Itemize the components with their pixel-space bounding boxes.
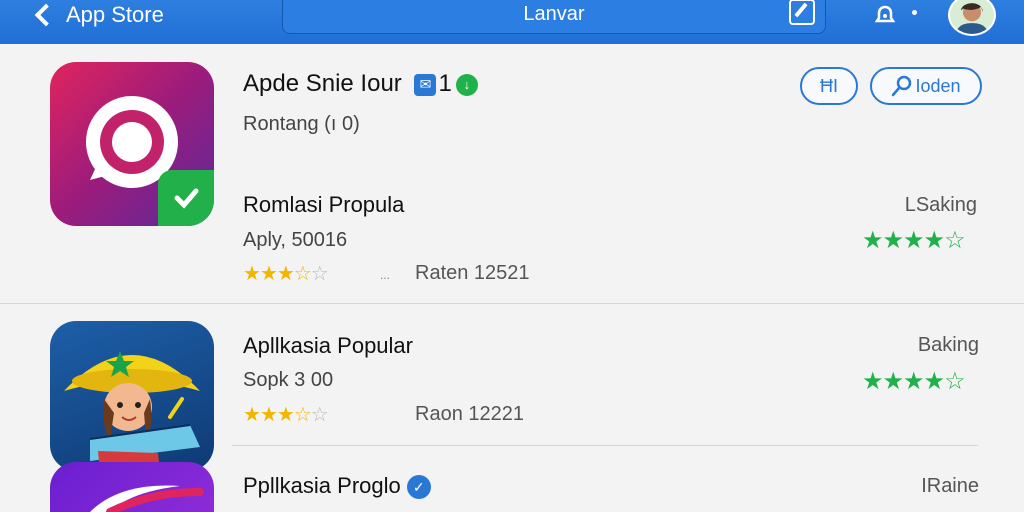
star-icon: ★ <box>903 227 924 254</box>
star-empty-icon: ☆ <box>944 368 965 395</box>
search-icon <box>892 75 912 97</box>
more-icon[interactable] <box>912 10 917 15</box>
star-icon: ★ <box>903 368 924 395</box>
rating-count: Raten 12521 <box>415 262 530 284</box>
category-label: IRaine <box>921 475 979 497</box>
small-action-label: ĦI <box>820 75 838 96</box>
search-field[interactable]: Lanvar <box>282 0 826 34</box>
app-title[interactable]: Apllkasia Popular <box>243 333 413 359</box>
chevron-left-icon <box>34 3 58 27</box>
green-rating-stars: ★ ★ ★ ★ ☆ <box>862 226 966 255</box>
category-label: LSaking <box>904 194 977 216</box>
back-label: App Store <box>66 2 164 27</box>
verified-icon: ✓ <box>406 475 431 500</box>
notification-icon[interactable] <box>873 4 897 28</box>
app-title[interactable]: Romlasi Propula <box>243 192 404 218</box>
star-empty-icon: ☆ <box>310 404 329 426</box>
category-label: Baking <box>917 334 979 356</box>
star-icon: ★ <box>259 263 278 285</box>
gold-rating-stars: ★ ★ ★ ☆ ☆ <box>243 402 329 427</box>
back-button[interactable]: App Store <box>30 0 164 30</box>
star-icon: ★ <box>276 263 295 285</box>
app-title-text: Ppllkasia Proglo <box>243 473 401 498</box>
top-bar: App Store Lanvar <box>0 0 1024 44</box>
separator-dots: ... <box>380 268 391 282</box>
row-divider <box>232 445 978 446</box>
green-rating-stars: ★ ★ ★ ★ ☆ <box>862 367 966 396</box>
featured-subtitle: Rontang (ı 0) <box>243 113 360 135</box>
featured-count: 1 <box>438 70 452 97</box>
star-half-icon: ☆ <box>293 263 312 285</box>
star-half-icon: ☆ <box>293 404 312 426</box>
rating-count: Raon 12221 <box>415 403 524 425</box>
star-icon: ★ <box>243 404 261 426</box>
star-icon: ★ <box>882 227 904 254</box>
star-empty-icon: ☆ <box>310 263 329 285</box>
search-text: Lanvar <box>523 3 585 25</box>
gold-rating-stars: ★ ★ ★ ☆ ☆ <box>243 261 329 286</box>
open-button[interactable]: Ioden <box>870 67 982 105</box>
avatar[interactable] <box>948 0 996 36</box>
star-icon: ★ <box>276 404 295 426</box>
download-icon: ↓ <box>455 73 478 96</box>
app-title[interactable]: Ppllkasia Proglo ✓ <box>243 473 431 500</box>
star-icon: ★ <box>243 263 261 285</box>
featured-title-text: Apde Snie Iour <box>243 70 402 97</box>
star-empty-icon: ☆ <box>944 227 965 254</box>
app-subtitle: Aply, 50016 <box>243 229 348 251</box>
app-icon[interactable] <box>50 321 214 471</box>
star-icon: ★ <box>862 368 883 395</box>
star-icon: ★ <box>923 227 945 254</box>
check-icon <box>158 170 214 226</box>
open-label: Ioden <box>915 75 961 96</box>
star-icon: ★ <box>882 368 904 395</box>
row-divider <box>0 303 1024 304</box>
app-icon[interactable] <box>50 462 214 512</box>
featured-title: Apde Snie Iour ✉ 1 ↓ <box>243 70 478 98</box>
featured-app-icon[interactable] <box>50 62 214 226</box>
chat-icon: ✉ <box>414 73 437 96</box>
star-icon: ★ <box>259 404 278 426</box>
small-action-button[interactable]: ĦI <box>800 67 858 105</box>
edit-icon[interactable] <box>789 0 815 25</box>
star-icon: ★ <box>862 227 883 254</box>
star-icon: ★ <box>923 368 945 395</box>
app-subtitle: Sopk 3 00 <box>243 369 334 391</box>
